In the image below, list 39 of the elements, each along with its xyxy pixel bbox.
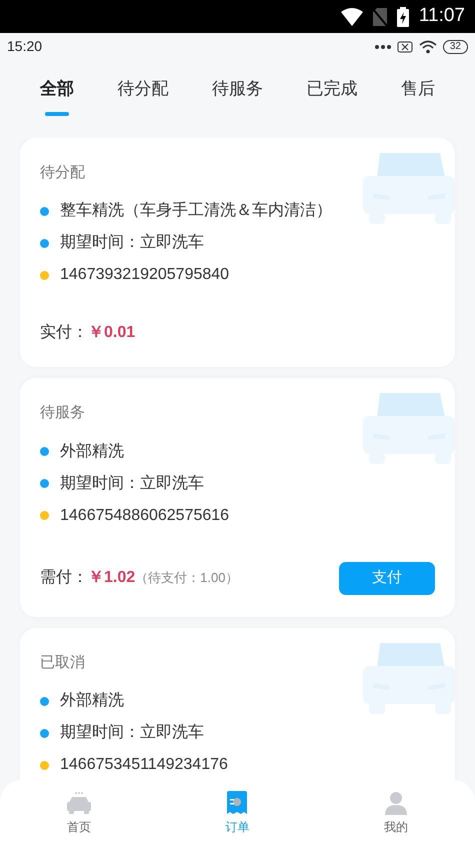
tab[interactable]: 全部 — [40, 76, 74, 116]
order-detail: 1467393219205795840 — [60, 265, 230, 285]
car-icon — [66, 790, 92, 814]
battery-indicator: 32 — [442, 40, 468, 54]
price: ￥0.01 — [88, 323, 136, 343]
order-detail: 期望时间：立即洗车 — [60, 723, 204, 743]
order-icon — [226, 790, 248, 814]
person-icon — [384, 790, 408, 814]
order-detail: 整车精洗（车身手工清洗＆车内清洁） — [60, 201, 332, 221]
order-detail: 外部精洗 — [60, 442, 124, 462]
order-detail: 期望时间：立即洗车 — [60, 474, 204, 494]
order-detail: 外部精洗 — [60, 691, 124, 711]
tab[interactable]: 售后 — [401, 76, 436, 116]
price-note: （待支付：1.00） — [135, 569, 238, 587]
no-sim-icon — [372, 8, 387, 26]
price: ￥1.02 — [88, 568, 136, 588]
battery-charging-icon — [396, 6, 409, 26]
order-status: 已取消 — [40, 652, 86, 672]
no-sim-icon — [396, 40, 413, 52]
tab[interactable]: 待分配 — [117, 76, 168, 116]
order-detail: 期望时间：立即洗车 — [60, 233, 204, 253]
order-card[interactable]: 待分配 整车精洗（车身手工清洗＆车内清洁） 期望时间：立即洗车 1467393219205795840 实付：￥0.01 — [20, 138, 455, 367]
order-card[interactable]: 待服务 外部精洗 期望时间：立即洗车 1466754886062575616 需付：￥1.02（待支付：1.00） 支付 — [20, 378, 455, 616]
wifi-icon — [340, 8, 363, 26]
status-time: 15:20 — [7, 37, 42, 56]
order-detail: 1466753451149234176 — [60, 755, 228, 775]
nav-item[interactable]: 我的 — [356, 790, 436, 836]
order-card[interactable]: 已取消 外部精洗 期望时间：立即洗车 1466753451149234176 — [20, 628, 455, 780]
price-label: 需付： — [40, 568, 88, 588]
order-detail: 1466754886062575616 — [60, 506, 230, 526]
wifi-icon — [418, 40, 437, 54]
nav-item[interactable]: 首页 — [39, 790, 120, 836]
price-label: 实付： — [40, 322, 88, 343]
system-time: 11:07 — [418, 4, 465, 28]
order-status: 待分配 — [40, 162, 86, 182]
order-status: 待服务 — [40, 403, 86, 423]
more-icon — [374, 44, 391, 48]
tab[interactable]: 已完成 — [306, 76, 358, 116]
tab[interactable]: 待服务 — [212, 76, 263, 116]
